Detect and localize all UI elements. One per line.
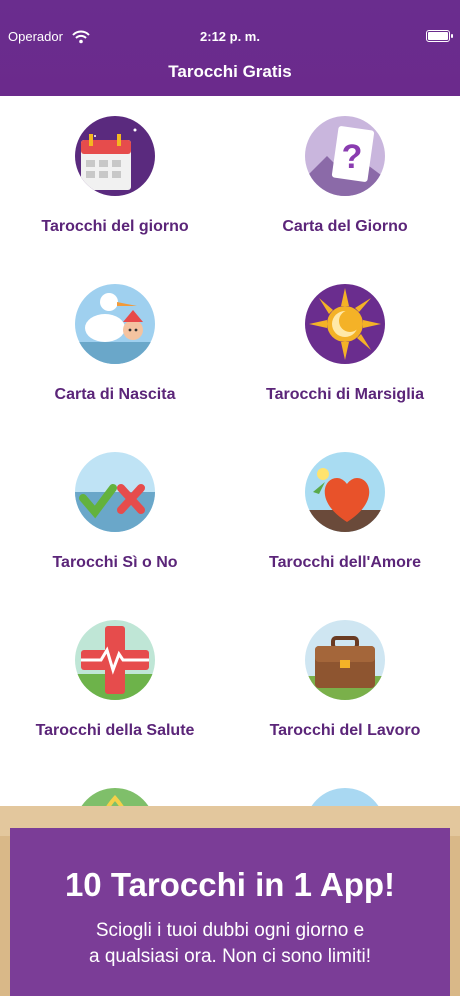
banner-subtitle: Sciogli i tuoi dubbi ogni giorno e a qua… bbox=[0, 918, 460, 970]
tile-label: Tarocchi dell'Amore bbox=[269, 554, 421, 571]
tile-label: Tarocchi del Lavoro bbox=[269, 722, 421, 739]
health-cross-icon bbox=[75, 620, 155, 700]
tile-label: Carta di Nascita bbox=[54, 386, 176, 403]
sun-moon-icon bbox=[305, 284, 385, 364]
battery-icon bbox=[426, 30, 453, 42]
tile-label: Tarocchi di Marsiglia bbox=[266, 386, 424, 403]
question-card-icon: ? bbox=[305, 116, 385, 196]
tile-tarocchi-del-giorno[interactable]: Tarocchi del giorno bbox=[0, 106, 230, 274]
tile-carta-di-nascita[interactable]: Carta di Nascita bbox=[0, 274, 230, 442]
promo-banner[interactable]: 10 Tarocchi in 1 App! Sciogli i tuoi dub… bbox=[0, 806, 460, 996]
clock: 2:12 p. m. bbox=[200, 29, 260, 44]
tile-carta-del-giorno[interactable]: ? Carta del Giorno bbox=[230, 106, 460, 274]
banner-subtitle-line-2: a qualsiasi ora. Non ci sono limiti! bbox=[89, 946, 371, 967]
page-title: Tarocchi Gratis bbox=[168, 62, 292, 81]
tile-label: Tarocchi del giorno bbox=[41, 218, 189, 235]
briefcase-icon bbox=[305, 620, 385, 700]
tile-tarocchi-dell-amore[interactable]: Tarocchi dell'Amore bbox=[230, 442, 460, 610]
tile-tarocchi-del-lavoro[interactable]: Tarocchi del Lavoro bbox=[230, 610, 460, 778]
tile-tarocchi-si-o-no[interactable]: Tarocchi Sì o No bbox=[0, 442, 230, 610]
tile-label: Tarocchi della Salute bbox=[35, 722, 195, 739]
tile-label: Tarocchi Sì o No bbox=[52, 554, 178, 571]
heart-icon bbox=[305, 452, 385, 532]
tile-tarocchi-della-salute[interactable]: Tarocchi della Salute bbox=[0, 610, 230, 778]
banner-subtitle-line-1: Sciogli i tuoi dubbi ogni giorno e bbox=[95, 920, 365, 941]
check-cross-icon bbox=[75, 452, 155, 532]
banner-panel bbox=[10, 828, 450, 996]
calendar-icon bbox=[75, 116, 155, 196]
stork-baby-icon bbox=[75, 284, 155, 364]
tile-label: Carta del Giorno bbox=[282, 218, 408, 235]
app-header: Operador 2:12 p. m. Tarocchi Gratis bbox=[0, 0, 460, 96]
banner-headline: 10 Tarocchi in 1 App! bbox=[64, 866, 396, 903]
tile-tarocchi-di-marsiglia[interactable]: Tarocchi di Marsiglia bbox=[230, 274, 460, 442]
status-bar: Operador 2:12 p. m. bbox=[0, 0, 460, 44]
svg-text:?: ? bbox=[342, 138, 363, 176]
